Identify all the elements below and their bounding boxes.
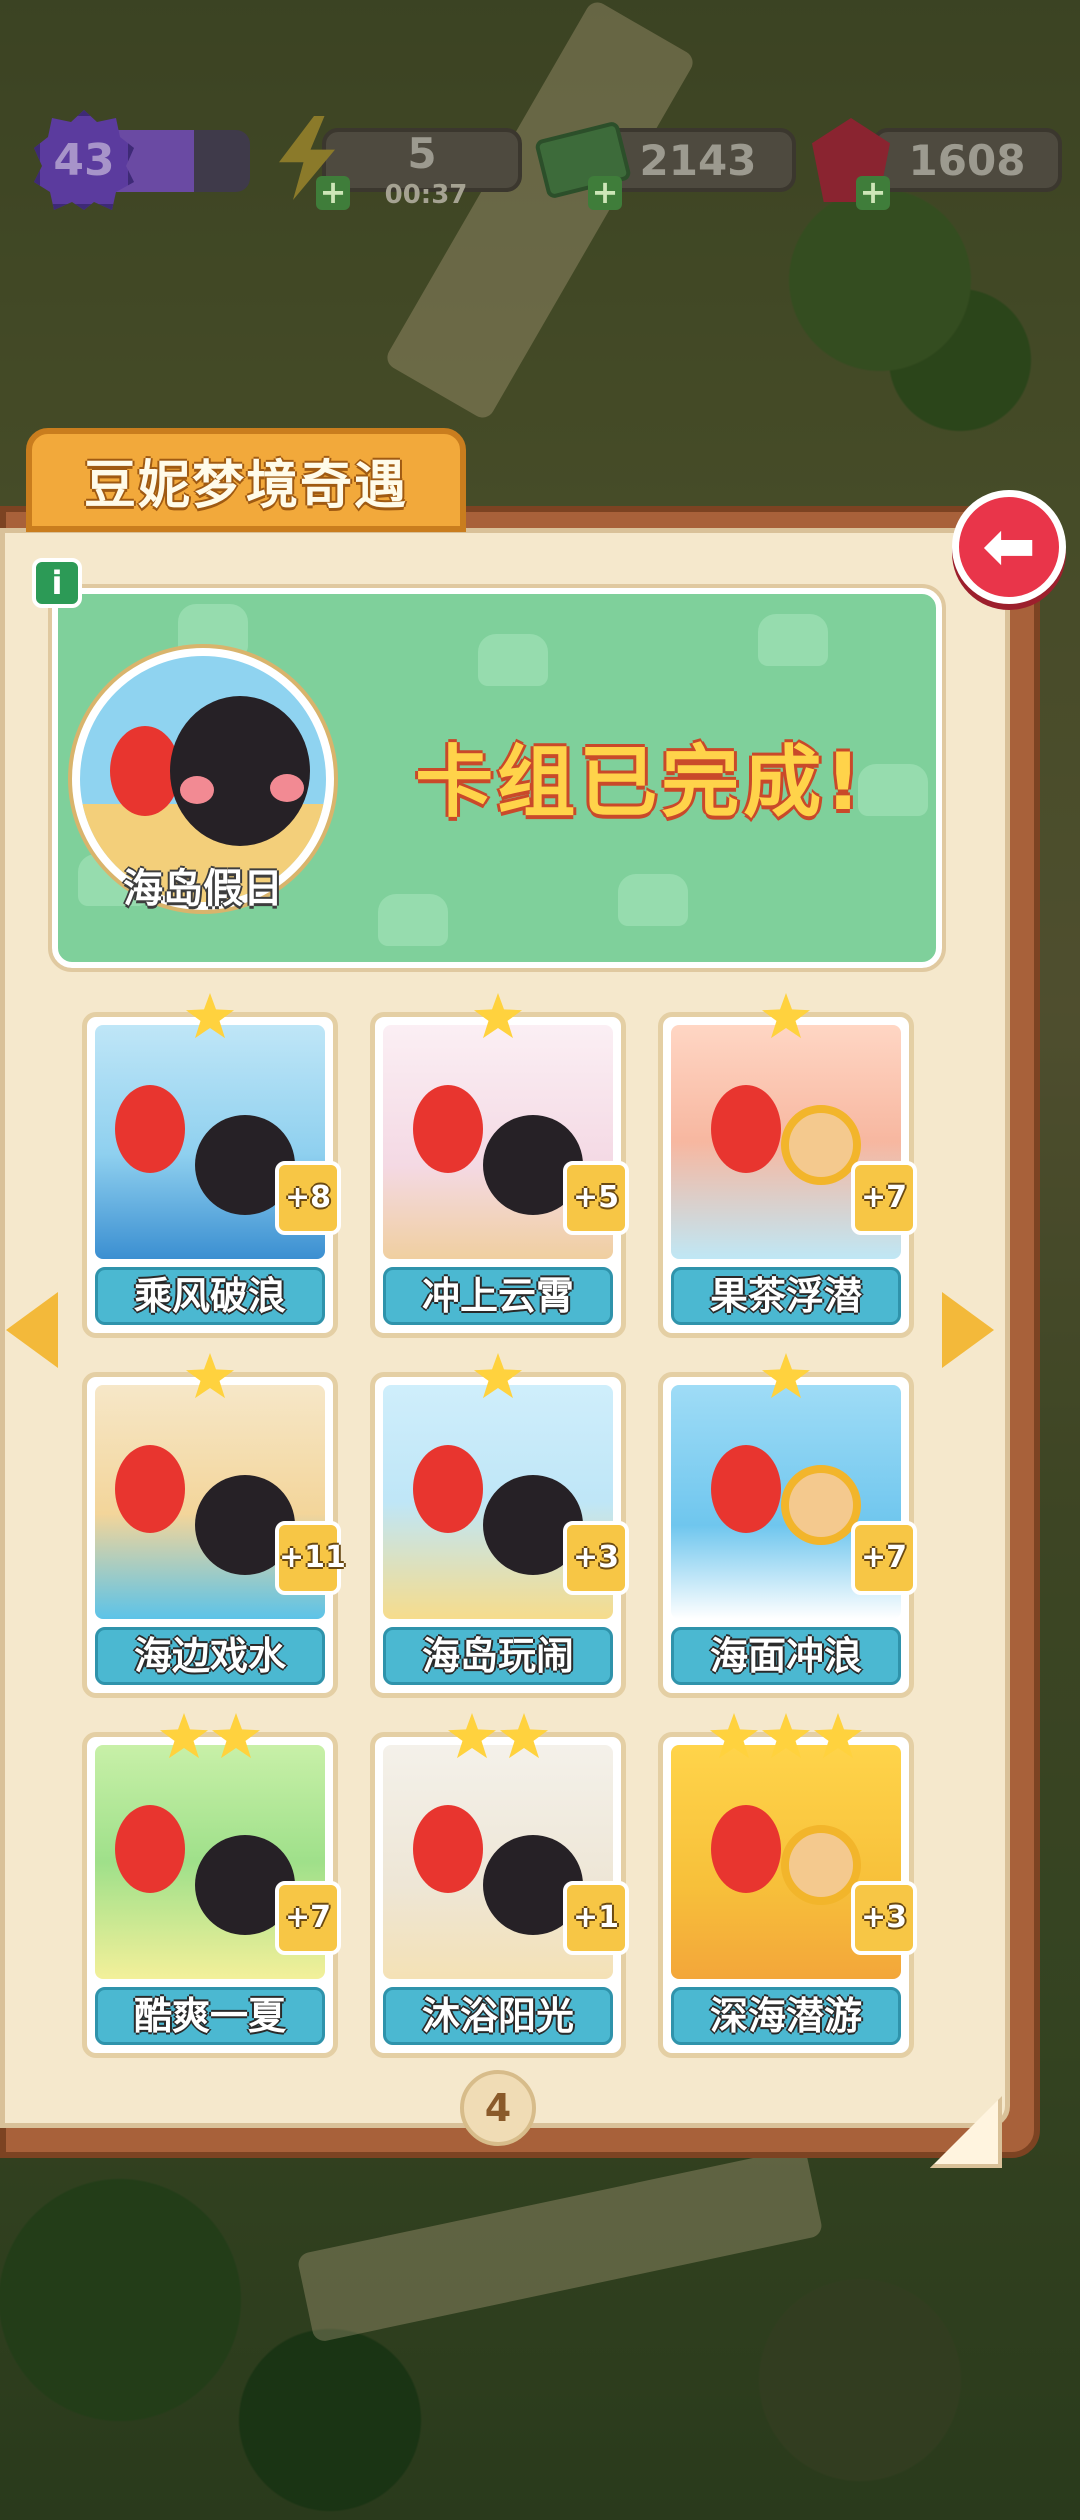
info-button[interactable]: i (32, 558, 82, 608)
star-icon (762, 1353, 810, 1399)
card-name: 深海潜游 (671, 1987, 901, 2045)
card-duplicate-count: +1 (563, 1881, 629, 1955)
banner-pattern (758, 614, 828, 666)
star-icon (186, 993, 234, 1039)
album-title: 豆妮梦境奇遇 (83, 455, 408, 516)
character-illustration (413, 1805, 483, 1893)
collection-card[interactable]: +3 深海潜游 (658, 1713, 917, 2058)
card-stars (663, 993, 909, 1041)
page-number: 4 (460, 2070, 536, 2146)
card-duplicate-count: +7 (851, 1161, 917, 1235)
card-name: 海边戏水 (95, 1627, 325, 1685)
character-illustration (413, 1445, 483, 1533)
card-stars (87, 1353, 333, 1401)
card-stars (375, 1713, 621, 1761)
banner-pattern (618, 874, 688, 926)
cash-value: 2143 (639, 135, 757, 185)
character-illustration (115, 1805, 185, 1893)
collection-card[interactable]: +7 果茶浮潜 (658, 993, 917, 1338)
star-icon (474, 1353, 522, 1399)
character-illustration (781, 1825, 861, 1905)
card-name: 沐浴阳光 (383, 1987, 613, 2045)
card-duplicate-count: +3 (851, 1881, 917, 1955)
card-stars (375, 993, 621, 1041)
collection-card[interactable]: +1 沐浴阳光 (370, 1713, 629, 2058)
energy-timer: 00:37 (384, 180, 468, 210)
star-icon (762, 1713, 810, 1759)
card-duplicate-count: +11 (275, 1521, 346, 1595)
cash-counter[interactable]: 2143 (600, 128, 796, 192)
cheek (180, 776, 214, 804)
card-name: 酷爽一夏 (95, 1987, 325, 2045)
star-icon (710, 1713, 758, 1759)
gems-counter[interactable]: 1608 (872, 128, 1062, 192)
character-illustration (711, 1445, 781, 1533)
star-icon (212, 1713, 260, 1759)
star-icon (160, 1713, 208, 1759)
character-illustration (711, 1085, 781, 1173)
card-duplicate-count: +8 (275, 1161, 341, 1235)
character-illustration (781, 1465, 861, 1545)
character-illustration (413, 1085, 483, 1173)
star-icon (762, 993, 810, 1039)
album-title-tab: 豆妮梦境奇遇 (26, 428, 466, 532)
set-complete-text: 卡组已完成! (415, 738, 865, 828)
card-stars (663, 1353, 909, 1401)
card-duplicate-count: +7 (851, 1521, 917, 1595)
card-name: 果茶浮潜 (671, 1267, 901, 1325)
add-gems-button[interactable]: + (856, 176, 890, 210)
level-value: 43 (53, 134, 115, 186)
collection-card[interactable]: +7 海面冲浪 (658, 1353, 917, 1698)
set-name-label: 海岛假日 (123, 866, 283, 912)
gems-value: 1608 (908, 135, 1026, 185)
card-stars (663, 1713, 909, 1761)
star-icon (814, 1713, 862, 1759)
card-name: 冲上云霄 (383, 1267, 613, 1325)
energy-value: 5 (407, 128, 437, 178)
character-illustration (781, 1105, 861, 1185)
collection-card[interactable]: +11 海边戏水 (82, 1353, 346, 1698)
card-stars (87, 1713, 333, 1761)
info-icon: i (51, 564, 63, 602)
star-icon (474, 993, 522, 1039)
cheek (270, 774, 304, 802)
collection-card[interactable]: +3 海岛玩闹 (370, 1353, 629, 1698)
back-arrow-icon: ⬅ (982, 510, 1036, 584)
card-name: 海岛玩闹 (383, 1627, 613, 1685)
star-icon (186, 1353, 234, 1399)
black-bean-character (170, 696, 310, 846)
close-button[interactable]: ⬅ (952, 490, 1066, 604)
add-energy-button[interactable]: + (316, 176, 350, 210)
add-cash-button[interactable]: + (588, 176, 622, 210)
card-duplicate-count: +7 (275, 1881, 341, 1955)
character-illustration (115, 1445, 185, 1533)
star-icon (500, 1713, 548, 1759)
card-duplicate-count: +3 (563, 1521, 629, 1595)
card-name: 乘风破浪 (95, 1267, 325, 1325)
collection-card[interactable]: +7 酷爽一夏 (82, 1713, 341, 2058)
star-icon (448, 1713, 496, 1759)
card-name: 海面冲浪 (671, 1627, 901, 1685)
banner-pattern (378, 894, 448, 946)
collection-card[interactable]: +5 冲上云霄 (370, 993, 629, 1338)
collection-card[interactable]: +8 乘风破浪 (82, 993, 341, 1338)
card-duplicate-count: +5 (563, 1161, 629, 1235)
card-stars (87, 993, 333, 1041)
character-illustration (711, 1805, 781, 1893)
banner-pattern (478, 634, 548, 686)
character-illustration (115, 1085, 185, 1173)
card-stars (375, 1353, 621, 1401)
